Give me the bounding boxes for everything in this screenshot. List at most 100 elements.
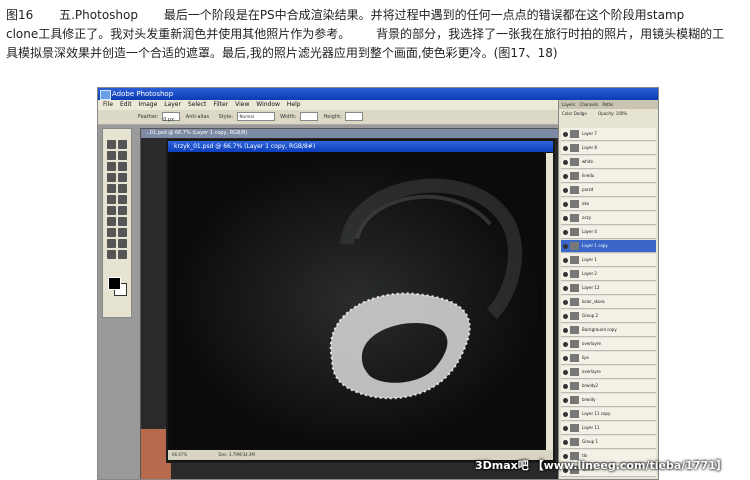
- layer-row[interactable]: Layer 1: [561, 254, 656, 267]
- visibility-eye-icon[interactable]: [563, 229, 568, 235]
- layer-row[interactable]: parzd: [561, 184, 656, 197]
- layer-thumbnail: [570, 382, 579, 390]
- move-tool-icon[interactable]: [118, 140, 127, 149]
- clone-stamp-icon[interactable]: [107, 184, 116, 193]
- marquee-tool-icon[interactable]: [107, 140, 116, 149]
- visibility-eye-icon[interactable]: [563, 327, 568, 333]
- menu-layer[interactable]: Layer: [164, 101, 181, 108]
- foreground-color-swatch[interactable]: [108, 277, 121, 290]
- visibility-eye-icon[interactable]: [563, 145, 568, 151]
- layer-row[interactable]: kolor_skora: [561, 296, 656, 309]
- menu-window[interactable]: Window: [256, 101, 280, 108]
- paragraph-line-2: clone工具修正了。我对头发重新润色并使用其他照片作为参考。: [6, 27, 351, 41]
- visibility-eye-icon[interactable]: [563, 243, 568, 249]
- visibility-eye-icon[interactable]: [563, 397, 568, 403]
- figure-label-16: 图16: [6, 8, 34, 22]
- layer-row[interactable]: Layer 2: [561, 268, 656, 281]
- layer-row[interactable]: Layer 4: [561, 226, 656, 239]
- feather-input[interactable]: 0 px: [162, 112, 181, 123]
- notes-tool-icon[interactable]: [107, 239, 116, 248]
- layer-row[interactable]: overlayre: [561, 338, 656, 351]
- visibility-eye-icon[interactable]: [563, 257, 568, 263]
- document-window[interactable]: krzyk_01.psd @ 66.7% (Layer 1 copy, RGB/…: [166, 139, 555, 463]
- pen-tool-icon[interactable]: [107, 228, 116, 237]
- layer-row[interactable]: Group 1: [561, 436, 656, 449]
- blend-mode-select[interactable]: Color Dodge: [562, 111, 587, 116]
- visibility-eye-icon[interactable]: [563, 187, 568, 193]
- hand-tool-icon[interactable]: [107, 250, 116, 259]
- visibility-eye-icon[interactable]: [563, 285, 568, 291]
- layer-thumbnail: [570, 326, 579, 334]
- visibility-eye-icon[interactable]: [563, 215, 568, 221]
- eraser-tool-icon[interactable]: [107, 195, 116, 204]
- brush-tool-icon[interactable]: [118, 173, 127, 182]
- magic-wand-icon[interactable]: [118, 151, 127, 160]
- layer-thumbnail: [570, 186, 579, 194]
- menu-edit[interactable]: Edit: [120, 101, 132, 108]
- visibility-eye-icon[interactable]: [563, 271, 568, 277]
- tab-channels[interactable]: Channels: [580, 102, 599, 107]
- document-canvas[interactable]: [172, 154, 542, 449]
- layer-row[interactable]: white: [561, 156, 656, 169]
- shape-tool-icon[interactable]: [118, 228, 127, 237]
- layer-row[interactable]: Layer 7: [561, 128, 656, 141]
- menu-view[interactable]: View: [235, 101, 249, 108]
- type-tool-icon[interactable]: [118, 217, 127, 226]
- visibility-eye-icon[interactable]: [563, 383, 568, 389]
- layers-panel: Layers Channels Paths Color Dodge Opacit…: [558, 100, 658, 479]
- menu-help[interactable]: Help: [287, 101, 301, 108]
- height-input[interactable]: [345, 112, 364, 121]
- layer-row[interactable]: oko: [561, 198, 656, 211]
- visibility-eye-icon[interactable]: [563, 201, 568, 207]
- document-vertical-scrollbar[interactable]: [546, 153, 553, 450]
- dodge-tool-icon[interactable]: [118, 206, 127, 215]
- history-brush-icon[interactable]: [118, 184, 127, 193]
- layer-row[interactable]: oczy: [561, 212, 656, 225]
- layer-row[interactable]: Layer 11 copy: [561, 408, 656, 421]
- layer-name: Layer 7: [582, 131, 597, 136]
- opacity-value[interactable]: 100%: [616, 111, 627, 116]
- crop-tool-icon[interactable]: [107, 162, 116, 171]
- layer-row[interactable]: brwidy: [561, 394, 656, 407]
- visibility-eye-icon[interactable]: [563, 299, 568, 305]
- layer-row[interactable]: Layer 12: [561, 282, 656, 295]
- layer-name: overlayre: [582, 341, 601, 346]
- layer-name: brwidy2: [582, 383, 599, 388]
- lasso-tool-icon[interactable]: [107, 151, 116, 160]
- visibility-eye-icon[interactable]: [563, 425, 568, 431]
- visibility-eye-icon[interactable]: [563, 131, 568, 137]
- layer-row[interactable]: brwidy2: [561, 380, 656, 393]
- layer-thumbnail: [570, 354, 579, 362]
- eyedropper-icon[interactable]: [118, 239, 127, 248]
- visibility-eye-icon[interactable]: [563, 355, 568, 361]
- menu-file[interactable]: File: [103, 101, 113, 108]
- zoom-tool-icon[interactable]: [118, 250, 127, 259]
- visibility-eye-icon[interactable]: [563, 439, 568, 445]
- menu-filter[interactable]: Filter: [213, 101, 228, 108]
- visibility-eye-icon[interactable]: [563, 313, 568, 319]
- visibility-eye-icon[interactable]: [563, 159, 568, 165]
- width-input[interactable]: [299, 112, 318, 121]
- visibility-eye-icon[interactable]: [563, 173, 568, 179]
- slice-tool-icon[interactable]: [118, 162, 127, 171]
- layer-row[interactable]: Layer 1 copy: [561, 240, 656, 253]
- layer-row[interactable]: overlayre: [561, 366, 656, 379]
- blur-tool-icon[interactable]: [107, 206, 116, 215]
- layer-row[interactable]: linedu: [561, 170, 656, 183]
- visibility-eye-icon[interactable]: [563, 411, 568, 417]
- menu-image[interactable]: Image: [139, 101, 158, 108]
- style-select[interactable]: Normal: [236, 112, 275, 121]
- menu-select[interactable]: Select: [188, 101, 207, 108]
- layer-row[interactable]: Group 2: [561, 310, 656, 323]
- healing-brush-icon[interactable]: [107, 173, 116, 182]
- layer-row[interactable]: lips: [561, 352, 656, 365]
- tab-layers[interactable]: Layers: [562, 102, 575, 107]
- visibility-eye-icon[interactable]: [563, 341, 568, 347]
- visibility-eye-icon[interactable]: [563, 369, 568, 375]
- path-select-icon[interactable]: [107, 217, 116, 226]
- gradient-tool-icon[interactable]: [118, 195, 127, 204]
- tab-paths[interactable]: Paths: [602, 102, 613, 107]
- layer-row[interactable]: Background copy: [561, 324, 656, 337]
- layer-row[interactable]: Layer 8: [561, 142, 656, 155]
- layer-row[interactable]: Layer 11: [561, 422, 656, 435]
